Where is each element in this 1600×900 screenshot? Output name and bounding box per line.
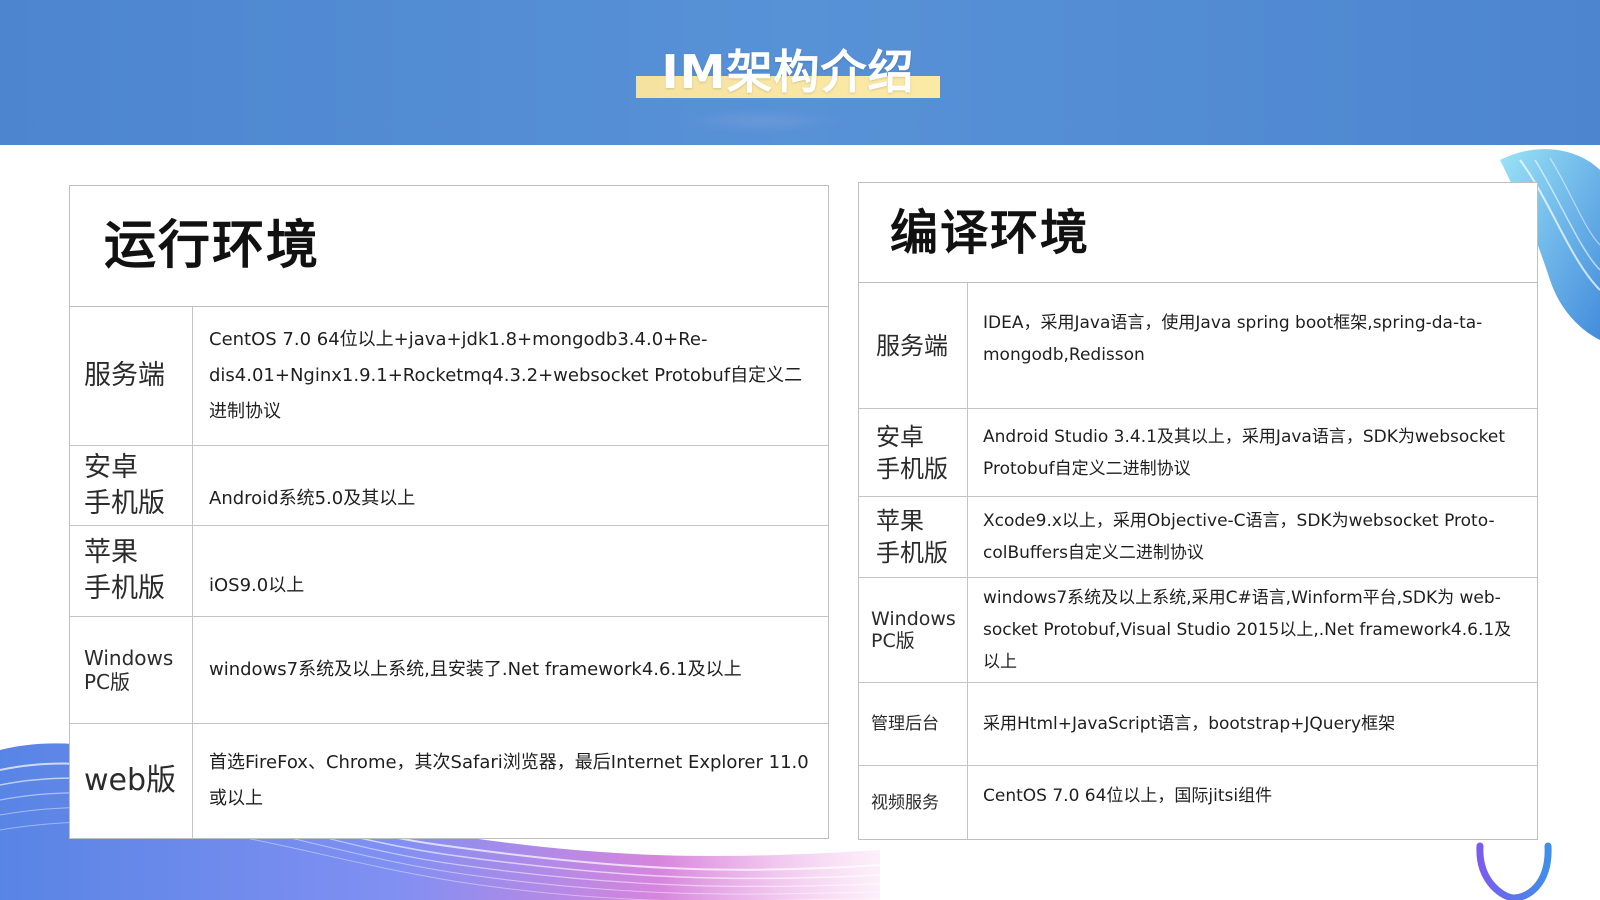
row-label: 管理后台 (859, 683, 968, 765)
title-glow (680, 108, 840, 134)
compile-row-ios: 苹果 手机版 Xcode9.x以上，采用Objective-C语言，SDK为we… (859, 497, 1537, 578)
row-label: 视频服务 (859, 766, 968, 839)
row-label: web版 (70, 724, 193, 838)
header-band: IM架构介绍 (0, 0, 1600, 145)
row-content-text: 首选FireFox、Chrome，其次Safari浏览器，最后Internet … (209, 752, 809, 809)
compile-row-video: 视频服务 CentOS 7.0 64位以上，国际jitsi组件 (859, 766, 1537, 839)
row-label: 服务端 (859, 283, 968, 408)
row-content-text: windows7系统及以上系统,采用C#语言,Winform平台,SDK为 we… (983, 588, 1512, 672)
row-content: windows7系统及以上系统,且安装了.Net framework4.6.1及… (193, 617, 828, 723)
row-content-text: IDEA，采用Java语言，使用Java spring boot框架,sprin… (983, 313, 1483, 365)
runtime-row-android: 安卓 手机版 Android系统5.0及其以上 (70, 446, 828, 526)
row-label: Windows PC版 (859, 578, 968, 682)
row-content: CentOS 7.0 64位以上，国际jitsi组件 (968, 766, 1537, 839)
row-content: Android系统5.0及其以上 (193, 446, 828, 525)
ring-decoration (1476, 842, 1552, 900)
page-title: IM架构介绍 (661, 45, 915, 99)
row-label: 安卓 手机版 (70, 446, 193, 525)
row-label: 安卓 手机版 (859, 409, 968, 496)
row-label: 服务端 (70, 307, 193, 445)
row-content: 采用Html+JavaScript语言，bootstrap+JQuery框架 (968, 683, 1537, 765)
runtime-row-server: 服务端 CentOS 7.0 64位以上+java+jdk1.8+mongodb… (70, 307, 828, 446)
runtime-row-web: web版 首选FireFox、Chrome，其次Safari浏览器，最后Inte… (70, 724, 828, 838)
row-content: iOS9.0以上 (193, 526, 828, 616)
runtime-panel-title: 运行环境 (70, 186, 828, 307)
row-content: windows7系统及以上系统,采用C#语言,Winform平台,SDK为 we… (968, 578, 1537, 682)
row-content-text: CentOS 7.0 64位以上+java+jdk1.8+mongodb3.4.… (209, 329, 803, 422)
row-content: Xcode9.x以上，采用Objective-C语言，SDK为websocket… (968, 497, 1537, 577)
row-content-text: Android Studio 3.4.1及其以上，采用Java语言，SDK为we… (983, 426, 1505, 479)
row-content-text: CentOS 7.0 64位以上，国际jitsi组件 (983, 786, 1273, 806)
row-label: Windows PC版 (70, 617, 193, 723)
row-content: 首选FireFox、Chrome，其次Safari浏览器，最后Internet … (193, 724, 828, 838)
row-label: 苹果 手机版 (859, 497, 968, 577)
compile-row-server: 服务端 IDEA，采用Java语言，使用Java spring boot框架,s… (859, 283, 1537, 409)
runtime-panel: 运行环境 服务端 CentOS 7.0 64位以上+java+jdk1.8+mo… (69, 185, 829, 839)
compile-panel-title: 编译环境 (859, 183, 1537, 283)
row-content-text: Xcode9.x以上，采用Objective-C语言，SDK为websocket… (983, 511, 1495, 563)
row-content-text: 采用Html+JavaScript语言，bootstrap+JQuery框架 (983, 714, 1396, 734)
compile-row-admin: 管理后台 采用Html+JavaScript语言，bootstrap+JQuer… (859, 683, 1537, 766)
row-content-text: iOS9.0以上 (209, 575, 305, 596)
row-content: IDEA，采用Java语言，使用Java spring boot框架,sprin… (968, 283, 1537, 408)
compile-row-android: 安卓 手机版 Android Studio 3.4.1及其以上，采用Java语言… (859, 409, 1537, 497)
row-content-text: Android系统5.0及其以上 (209, 488, 416, 509)
compile-row-windows: Windows PC版 windows7系统及以上系统,采用C#语言,Winfo… (859, 578, 1537, 683)
row-content-text: windows7系统及以上系统,且安装了.Net framework4.6.1及… (209, 659, 742, 680)
runtime-row-windows: Windows PC版 windows7系统及以上系统,且安装了.Net fra… (70, 617, 828, 724)
runtime-row-ios: 苹果 手机版 iOS9.0以上 (70, 526, 828, 617)
title-block: IM架构介绍 (636, 40, 940, 104)
compile-panel: 编译环境 服务端 IDEA，采用Java语言，使用Java spring boo… (858, 182, 1538, 840)
row-content: CentOS 7.0 64位以上+java+jdk1.8+mongodb3.4.… (193, 307, 828, 445)
row-content: Android Studio 3.4.1及其以上，采用Java语言，SDK为we… (968, 409, 1537, 496)
row-label: 苹果 手机版 (70, 526, 193, 616)
